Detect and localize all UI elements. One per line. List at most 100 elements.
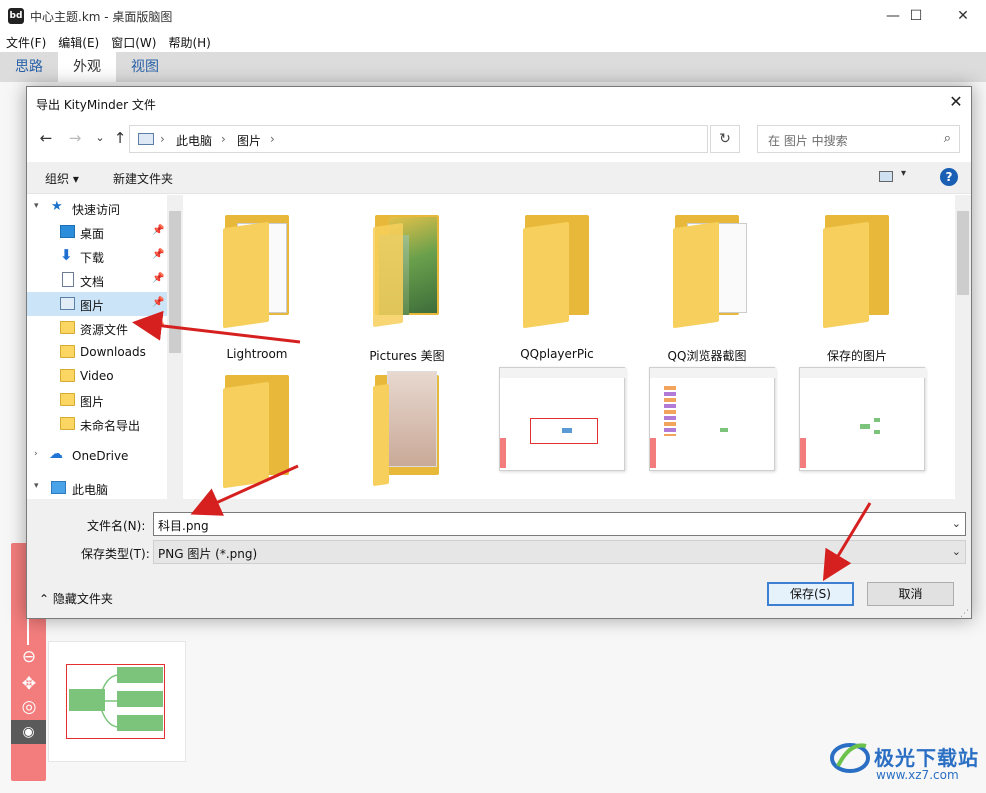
move-icon[interactable]: ✥ bbox=[19, 674, 39, 694]
screenshot-thumbnail bbox=[499, 367, 626, 471]
eye-icon[interactable]: ◉ bbox=[11, 720, 46, 744]
file-item-folder[interactable]: QQplayerPic bbox=[497, 203, 617, 361]
file-item-label: Pictures 美图 bbox=[369, 349, 445, 363]
dialog-title: 导出 KityMinder 文件 bbox=[36, 98, 156, 112]
chevron-down-icon[interactable]: ⌄ bbox=[952, 545, 961, 558]
cancel-button[interactable]: 取消 bbox=[867, 582, 954, 606]
chevron-down-icon[interactable]: ⌄ bbox=[952, 517, 961, 530]
sidebar-item-label: 图片 bbox=[80, 395, 105, 409]
up-arrow-icon[interactable]: ↑ bbox=[109, 127, 131, 149]
sidebar-item-documents[interactable]: 文档 📌 bbox=[27, 268, 183, 292]
save-button[interactable]: 保存(S) bbox=[767, 582, 854, 606]
breadcrumb-pictures[interactable]: 图片 bbox=[237, 132, 261, 149]
filetype-value: PNG 图片 (*.png) bbox=[158, 547, 258, 561]
breadcrumb-this-pc[interactable]: 此电脑 bbox=[176, 132, 212, 149]
view-options-icon[interactable] bbox=[879, 171, 893, 182]
sidebar-item-unnamed-export[interactable]: 未命名导出 bbox=[27, 412, 183, 436]
resize-grip-icon[interactable]: ⋰ bbox=[960, 609, 969, 619]
file-item-folder[interactable]: Lightroom bbox=[197, 203, 317, 361]
tab-appearance[interactable]: 外观 bbox=[58, 52, 116, 82]
address-bar[interactable]: › 此电脑 › 图片 › ⌄ bbox=[129, 125, 796, 153]
file-item-folder[interactable] bbox=[347, 363, 467, 499]
menu-help[interactable]: 帮助(H) bbox=[162, 34, 216, 51]
file-item-label: QQplayerPic bbox=[520, 347, 594, 361]
search-input[interactable]: 在 图片 中搜索 ⌕ bbox=[757, 125, 960, 153]
pin-icon: 📌 bbox=[152, 225, 165, 236]
tab-view[interactable]: 视图 bbox=[116, 52, 174, 82]
file-item-label: QQ浏览器截图 bbox=[667, 349, 747, 363]
maximize-button[interactable]: ☐ bbox=[893, 0, 939, 32]
filename-input[interactable]: 科目.png ⌄ bbox=[153, 512, 966, 536]
menu-file[interactable]: 文件(F) bbox=[0, 34, 52, 51]
sidebar-item-quick-access[interactable]: ▾ ★ 快速访问 bbox=[27, 196, 183, 220]
file-list: Lightroom Pictures 美图 QQplayerPic QQ浏览器截… bbox=[185, 195, 955, 499]
pin-icon: 📌 bbox=[152, 297, 165, 308]
zoom-out-icon[interactable]: ⊖ bbox=[19, 647, 39, 667]
file-item-image[interactable] bbox=[497, 363, 627, 499]
ribbon-tabs: 思路 外观 视图 bbox=[0, 52, 986, 82]
pin-icon: 📌 bbox=[152, 249, 165, 260]
organize-button[interactable]: 组织 ▾ bbox=[45, 170, 79, 187]
back-arrow-icon[interactable]: ← bbox=[35, 127, 57, 149]
sidebar-item-resources[interactable]: 资源文件 📌 bbox=[27, 316, 183, 340]
forward-arrow-icon[interactable]: → bbox=[64, 127, 86, 149]
file-list-scroll-thumb[interactable] bbox=[957, 211, 969, 295]
sidebar-item-label: 此电脑 bbox=[72, 483, 109, 497]
sidebar-item-pictures[interactable]: 图片 📌 bbox=[27, 292, 183, 316]
sidebar-item-onedrive[interactable]: › ☁ OneDrive bbox=[27, 444, 183, 468]
window-close-button[interactable]: ✕ bbox=[940, 0, 986, 32]
menu-edit[interactable]: 编辑(E) bbox=[52, 34, 105, 51]
cloud-icon: ☁ bbox=[49, 446, 63, 462]
file-item-folder[interactable] bbox=[197, 363, 317, 499]
file-item-folder[interactable]: QQ浏览器截图 bbox=[647, 203, 767, 363]
folder-icon bbox=[60, 321, 75, 334]
expand-chevron-icon[interactable]: › bbox=[34, 449, 38, 459]
filename-value: 科目.png bbox=[158, 519, 209, 533]
folder-icon bbox=[60, 393, 75, 406]
locate-icon[interactable]: ◎ bbox=[19, 697, 39, 717]
dialog-close-button[interactable]: ✕ bbox=[943, 89, 969, 115]
watermark-logo-icon bbox=[830, 743, 870, 773]
filetype-select[interactable]: PNG 图片 (*.png) ⌄ bbox=[153, 540, 966, 564]
sidebar-item-label: 未命名导出 bbox=[80, 419, 141, 433]
navigation-pane: ▾ ★ 快速访问 桌面 📌 ⬇ 下载 📌 文档 📌 图片 📌 资源文件 📌 Do… bbox=[27, 195, 183, 499]
computer-icon bbox=[51, 481, 66, 494]
filetype-label: 保存类型(T): bbox=[81, 547, 150, 561]
sidebar-item-video[interactable]: Video bbox=[27, 364, 183, 388]
breadcrumb-separator: › bbox=[160, 132, 165, 146]
sidebar-item-pictures-folder[interactable]: 图片 bbox=[27, 388, 183, 412]
help-icon[interactable]: ? bbox=[940, 168, 958, 186]
file-item-image[interactable] bbox=[647, 363, 777, 499]
file-item-label: Lightroom bbox=[226, 347, 288, 361]
search-placeholder: 在 图片 中搜索 bbox=[768, 134, 848, 148]
sidebar-scroll-thumb[interactable] bbox=[169, 211, 181, 353]
expand-chevron-icon[interactable]: ▾ bbox=[34, 481, 39, 491]
sidebar-item-this-pc[interactable]: ▾ 此电脑 bbox=[27, 476, 183, 499]
photo-preview-icon bbox=[387, 371, 437, 467]
file-item-folder[interactable]: Pictures 美图 bbox=[347, 203, 467, 363]
file-item-image[interactable] bbox=[797, 363, 927, 499]
new-folder-button[interactable]: 新建文件夹 bbox=[113, 170, 173, 187]
sidebar-item-downloads-folder[interactable]: Downloads bbox=[27, 340, 183, 364]
window-title: 中心主题.km - 桌面版脑图 bbox=[30, 10, 173, 24]
sidebar-item-label: 图片 bbox=[80, 299, 105, 313]
desktop-icon bbox=[60, 225, 75, 238]
pictures-icon bbox=[60, 297, 75, 310]
refresh-icon[interactable]: ↻ bbox=[710, 125, 740, 153]
expand-chevron-icon[interactable]: ▾ bbox=[34, 201, 39, 211]
minimap-viewport[interactable] bbox=[66, 664, 165, 739]
export-dialog: 导出 KityMinder 文件 ✕ ← → ⌄ ↑ › 此电脑 › 图片 › … bbox=[26, 86, 972, 619]
sidebar-item-desktop[interactable]: 桌面 📌 bbox=[27, 220, 183, 244]
folder-icon bbox=[60, 417, 75, 430]
sidebar-item-label: 文档 bbox=[80, 275, 105, 289]
tab-idea[interactable]: 思路 bbox=[0, 52, 58, 82]
chevron-up-icon: ⌃ bbox=[39, 592, 53, 606]
watermark-url: www.xz7.com bbox=[876, 768, 959, 782]
menu-window[interactable]: 窗口(W) bbox=[105, 34, 162, 51]
recent-locations-icon[interactable]: ⌄ bbox=[89, 127, 111, 149]
chevron-down-icon[interactable]: ▾ bbox=[901, 168, 906, 179]
file-item-folder[interactable]: 保存的图片 bbox=[797, 203, 917, 363]
hide-folders-toggle[interactable]: ⌃ 隐藏文件夹 bbox=[39, 590, 113, 607]
file-item-label: 保存的图片 bbox=[826, 349, 887, 363]
sidebar-item-downloads[interactable]: ⬇ 下载 📌 bbox=[27, 244, 183, 268]
